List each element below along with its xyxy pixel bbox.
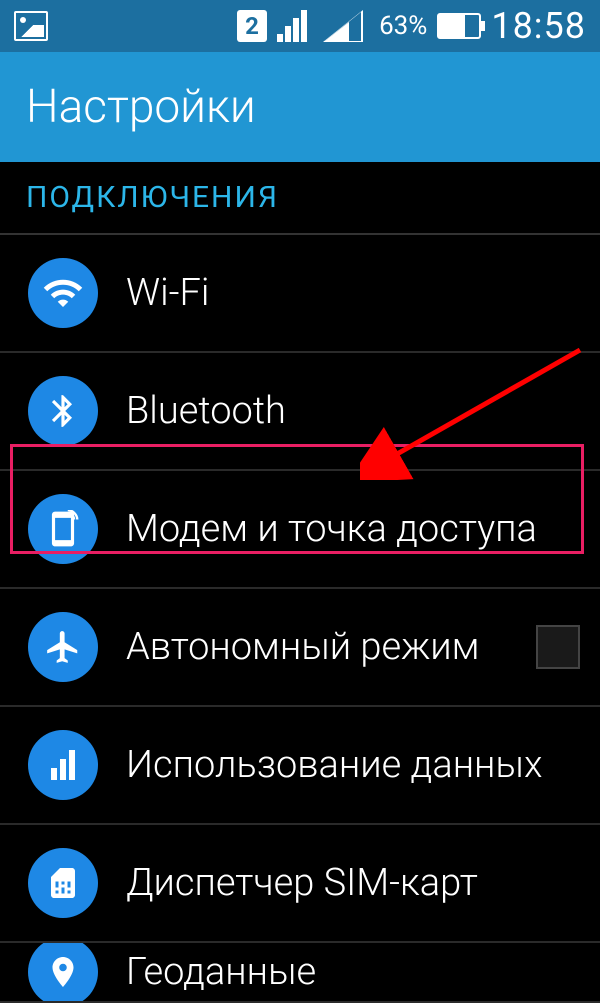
sim-indicator: 2 [237,10,267,42]
bluetooth-icon [28,376,98,446]
settings-item-airplane[interactable]: Автономный режим [0,589,600,707]
item-label: Использование данных [126,743,542,787]
hotspot-icon [28,494,98,564]
item-label: Автономный режим [126,625,479,669]
settings-item-sim[interactable]: Диспетчер SIM-карт [0,825,600,943]
item-label: Модем и точка доступа [126,507,537,551]
screenshot-icon [14,11,48,41]
data-usage-icon [28,730,98,800]
battery-percent: 63% [379,11,427,41]
page-title-label: Настройки [26,80,256,134]
status-bar: 2 63% 18:58 [0,0,600,52]
signal-bars-icon [277,10,313,42]
wifi-icon [28,258,98,328]
location-icon [28,943,98,1003]
item-label: Bluetooth [126,389,286,433]
clock: 18:58 [491,5,586,47]
item-label: Геоданные [126,950,316,994]
airplane-checkbox[interactable] [536,625,580,669]
settings-item-location[interactable]: Геоданные [0,943,600,1003]
section-header-label: ПОДКЛЮЧЕНИЯ [26,180,279,215]
settings-item-bluetooth[interactable]: Bluetooth [0,353,600,471]
airplane-icon [28,612,98,682]
battery-icon [437,13,481,39]
item-label: Wi-Fi [126,271,209,315]
signal-strength-icon [323,10,369,42]
item-label: Диспетчер SIM-карт [126,861,478,905]
settings-item-tethering[interactable]: Модем и точка доступа [0,471,600,589]
sim-icon [28,848,98,918]
section-header-connections: ПОДКЛЮЧЕНИЯ [0,162,600,235]
page-title: Настройки [0,52,600,162]
settings-item-data-usage[interactable]: Использование данных [0,707,600,825]
settings-item-wifi[interactable]: Wi-Fi [0,235,600,353]
